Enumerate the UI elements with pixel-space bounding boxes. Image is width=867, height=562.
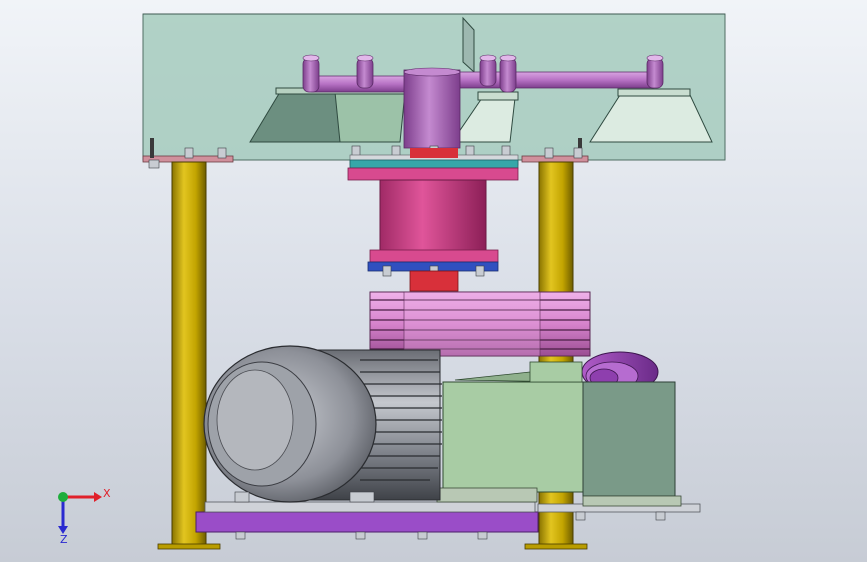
orientation-triad[interactable]: X Z	[58, 487, 111, 546]
z-axis-arrow	[58, 497, 68, 534]
drive-shaft	[409, 270, 459, 292]
electric-motor[interactable]	[203, 345, 442, 503]
x-axis-label: X	[103, 487, 111, 500]
gear-guard	[582, 381, 682, 507]
cad-viewport[interactable]: X Z	[0, 0, 867, 562]
base-frame[interactable]	[195, 501, 701, 533]
v-belt-pulley[interactable]	[369, 291, 591, 357]
y-axis-origin	[58, 492, 68, 502]
gearbox[interactable]	[436, 361, 584, 503]
z-axis-label: Z	[60, 533, 68, 546]
assembly-drawing[interactable]: X Z	[0, 0, 867, 562]
x-axis-arrow	[63, 492, 102, 502]
left-support-column[interactable]	[157, 161, 221, 550]
bearing-housing[interactable]	[379, 179, 487, 255]
